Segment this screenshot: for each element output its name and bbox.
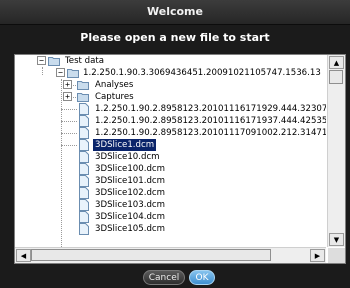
scrollbar-corner <box>328 248 345 263</box>
tree-row-label: 1.2.250.1.90.2.8958123.20101116171937.44… <box>95 116 326 126</box>
scroll-right-icon[interactable]: ▶ <box>310 249 325 262</box>
tree-row-file[interactable]: 1.2.250.1.90.2.8958123.20101116171929.44… <box>15 103 326 115</box>
folder-icon <box>77 81 89 90</box>
scroll-down-icon[interactable]: ▼ <box>329 233 344 246</box>
tree-row-file[interactable]: 3DSlice103.dcm <box>15 199 326 211</box>
file-icon <box>79 103 89 115</box>
tree-row-file[interactable]: 3DSlice104.dcm <box>15 211 326 223</box>
tree-row-test-data[interactable]: − Test data <box>15 55 326 67</box>
tree-row-label: Captures <box>95 92 134 102</box>
open-file-prompt: Please open a new file to start <box>80 31 270 44</box>
file-icon <box>79 163 89 175</box>
expand-icon[interactable]: + <box>63 80 72 89</box>
vertical-scrollbar[interactable]: ▲ ▼ <box>327 55 345 247</box>
file-icon <box>79 127 89 139</box>
tree-row-file[interactable]: 3DSlice102.dcm <box>15 187 326 199</box>
file-tree-panel: − Test data − 1.2.250.1.90.3.3069436451.… <box>14 54 346 264</box>
tree-row-captures[interactable]: + Captures <box>15 91 326 103</box>
file-icon <box>79 223 89 235</box>
tree-row-file-selected[interactable]: 3DSlice1.dcm <box>15 139 326 151</box>
tree-row-label: 3DSlice105.dcm <box>95 224 166 234</box>
tree-row-label: Analyses <box>95 80 134 90</box>
collapse-icon[interactable]: − <box>37 56 46 65</box>
file-icon <box>79 211 89 223</box>
scroll-left-icon[interactable]: ◀ <box>16 249 31 262</box>
folder-icon <box>77 93 89 102</box>
file-icon <box>79 199 89 211</box>
tree-row-label: 3DSlice102.dcm <box>95 188 166 198</box>
file-icon <box>79 151 89 163</box>
tree-row-label: 3DSlice100.dcm <box>95 164 166 174</box>
tree-row-file[interactable]: 1.2.250.1.90.2.8958123.20101117091002.21… <box>15 127 326 139</box>
tree-row-file[interactable]: 3DSlice105.dcm <box>15 223 326 235</box>
scroll-up-icon[interactable]: ▲ <box>329 56 344 69</box>
tree-row-label: 3DSlice104.dcm <box>95 212 166 222</box>
tree-row-label: 3DSlice1.dcm <box>93 139 157 151</box>
horizontal-scrollbar[interactable]: ◀ ▶ <box>15 247 326 263</box>
file-icon <box>79 139 89 151</box>
tree-row-analyses[interactable]: + Analyses <box>15 79 326 91</box>
tree-row-file[interactable]: 3DSlice101.dcm <box>15 175 326 187</box>
tree-row-file[interactable]: 1.2.250.1.90.2.8958123.20101116171937.44… <box>15 115 326 127</box>
horizontal-scroll-thumb[interactable] <box>31 249 271 261</box>
file-tree[interactable]: − Test data − 1.2.250.1.90.3.3069436451.… <box>15 55 326 247</box>
tree-row-label: 1.2.250.1.90.3.3069436451.20091021105747… <box>83 68 321 78</box>
folder-open-icon <box>67 69 79 78</box>
tree-row-file[interactable]: 3DSlice100.dcm <box>15 163 326 175</box>
expand-icon[interactable]: + <box>63 92 72 101</box>
tree-row-study-folder[interactable]: − 1.2.250.1.90.3.3069436451.200910211057… <box>15 67 326 79</box>
welcome-dialog: Welcome Please open a new file to start … <box>0 0 350 288</box>
vertical-scroll-thumb[interactable] <box>329 70 343 84</box>
cancel-button[interactable]: Cancel <box>143 270 185 285</box>
folder-open-icon <box>48 57 60 66</box>
file-icon <box>79 175 89 187</box>
tree-row-label: Test data <box>65 56 105 66</box>
tree-row-label: 3DSlice101.dcm <box>95 176 166 186</box>
tree-row-label: 1.2.250.1.90.2.8958123.20101116171929.44… <box>95 104 326 114</box>
ok-button[interactable]: OK <box>189 270 215 285</box>
file-icon <box>79 187 89 199</box>
tree-row-file[interactable]: 3DSlice10.dcm <box>15 151 326 163</box>
tree-row-label: 3DSlice103.dcm <box>95 200 166 210</box>
button-bar: Cancel OK <box>0 266 350 288</box>
tree-row-label: 1.2.250.1.90.2.8958123.20101117091002.21… <box>95 128 326 138</box>
collapse-icon[interactable]: − <box>56 68 65 77</box>
file-icon <box>79 115 89 127</box>
tree-row-label: 3DSlice10.dcm <box>95 152 160 162</box>
window-title: Welcome <box>0 0 350 25</box>
